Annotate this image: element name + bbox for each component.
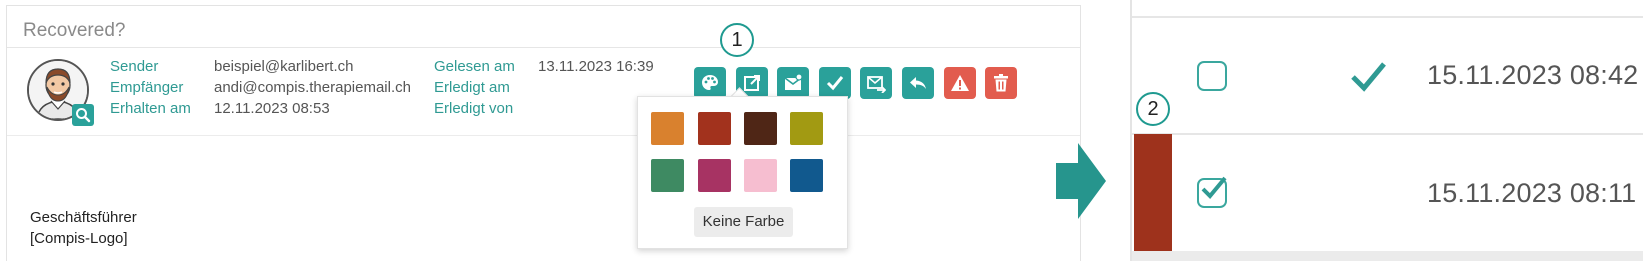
row-select-checkbox[interactable] bbox=[1197, 61, 1227, 91]
color-swatch[interactable] bbox=[744, 159, 777, 192]
done-label: Erledigt am bbox=[434, 79, 510, 96]
row-date: 15.11.2023 08:11 bbox=[1427, 178, 1637, 208]
color-swatch[interactable] bbox=[790, 159, 823, 192]
mail-subject: Recovered? bbox=[23, 20, 126, 41]
row-select-checkbox[interactable] bbox=[1197, 176, 1227, 208]
received-value: 12.11.2023 08:53 bbox=[214, 100, 330, 117]
reply-button[interactable] bbox=[902, 67, 934, 99]
divider bbox=[7, 47, 1080, 48]
recipient-value: andi@compis.therapiemail.ch bbox=[214, 79, 411, 96]
spam-button[interactable] bbox=[944, 67, 976, 99]
trash-icon bbox=[994, 74, 1008, 92]
checkmark-icon bbox=[1201, 176, 1227, 199]
forward-mail-icon bbox=[867, 76, 886, 93]
check-icon bbox=[826, 76, 844, 91]
read-label: Gelesen am bbox=[434, 58, 515, 75]
color-button[interactable] bbox=[694, 67, 726, 99]
sender-value: beispiel@karlibert.ch bbox=[214, 58, 354, 75]
color-swatch[interactable] bbox=[698, 159, 731, 192]
row-divider bbox=[1132, 16, 1643, 18]
mail-list-panel bbox=[1132, 0, 1643, 261]
divider bbox=[7, 135, 1080, 136]
color-swatch[interactable] bbox=[744, 112, 777, 145]
color-swatch[interactable] bbox=[651, 159, 684, 192]
panel-border bbox=[1130, 0, 1132, 261]
mark-unread-icon bbox=[784, 73, 803, 90]
mark-done-button[interactable] bbox=[819, 67, 851, 99]
body-line: [Compis-Logo] bbox=[30, 230, 128, 247]
callout-badge-2: 2 bbox=[1136, 92, 1170, 126]
row-date: 15.11.2023 08:42 bbox=[1427, 60, 1639, 90]
recipient-label: Empfänger bbox=[110, 79, 184, 96]
delete-button[interactable] bbox=[985, 67, 1017, 99]
search-icon[interactable] bbox=[72, 104, 94, 126]
arrow-right-icon bbox=[1056, 143, 1106, 219]
row-divider bbox=[1132, 133, 1643, 135]
sender-label: Sender bbox=[110, 58, 159, 75]
row-color-marker bbox=[1134, 134, 1172, 251]
mark-unread-button[interactable] bbox=[777, 67, 809, 99]
read-value: 13.11.2023 16:39 bbox=[538, 58, 654, 75]
palette-icon bbox=[702, 75, 718, 90]
no-color-button[interactable]: Keine Farbe bbox=[694, 207, 793, 237]
row-divider bbox=[1132, 251, 1643, 261]
received-label: Erhalten am bbox=[110, 100, 191, 117]
warning-icon bbox=[951, 75, 969, 91]
color-picker-popup: Keine Farbe bbox=[637, 96, 848, 249]
open-external-icon bbox=[744, 75, 760, 91]
mail-card: Recovered? Sender Empfänger Erhalten am … bbox=[6, 5, 1081, 261]
body-line: Geschäftsführer bbox=[30, 209, 137, 226]
color-swatch[interactable] bbox=[651, 112, 684, 145]
done-by-label: Erledigt von bbox=[434, 100, 514, 117]
forward-button[interactable] bbox=[860, 67, 892, 99]
color-swatch[interactable] bbox=[790, 112, 823, 145]
done-check-icon bbox=[1351, 62, 1386, 92]
reply-icon bbox=[910, 77, 926, 89]
color-swatch[interactable] bbox=[698, 112, 731, 145]
callout-badge-1: 1 bbox=[720, 23, 754, 57]
